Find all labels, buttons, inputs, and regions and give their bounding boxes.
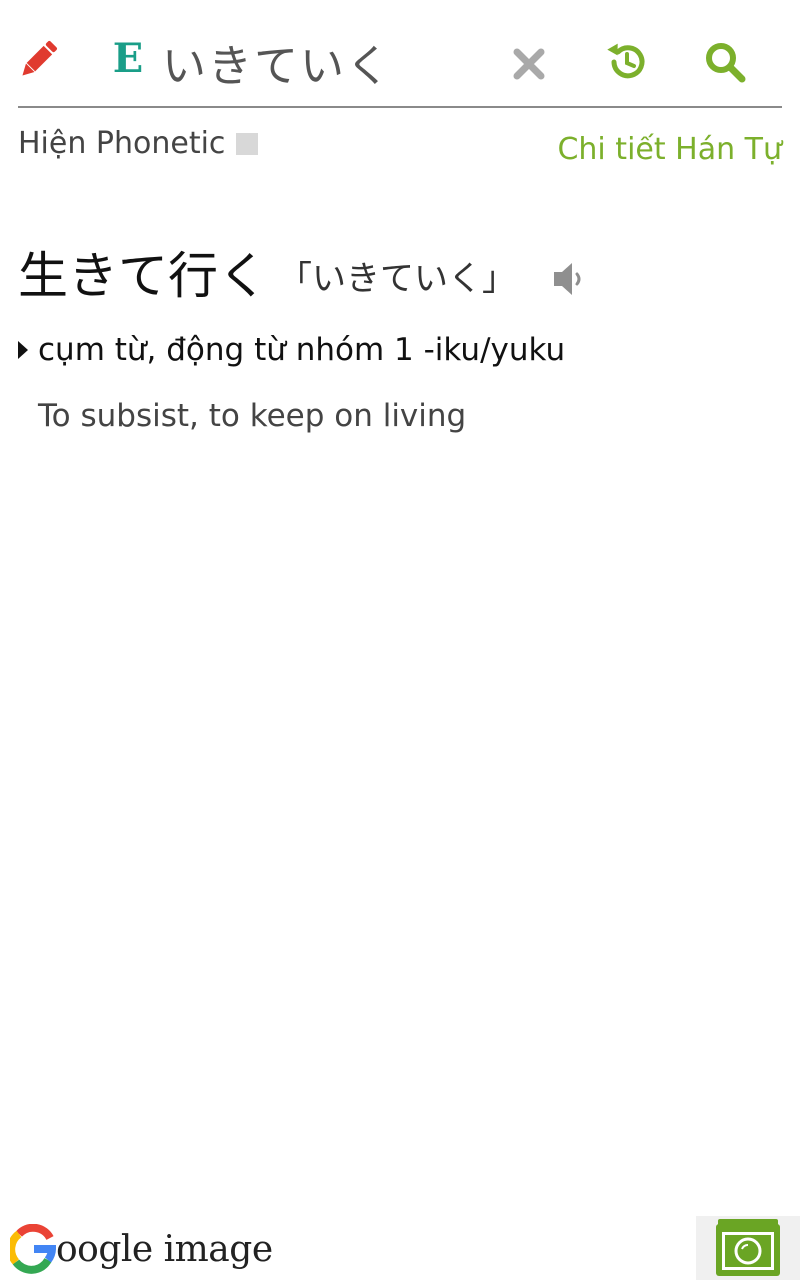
kanji-detail-link[interactable]: Chi tiết Hán Tự	[557, 132, 782, 167]
mode-toggle-button[interactable]: E	[106, 34, 150, 82]
camera-button[interactable]	[696, 1216, 800, 1280]
google-image-label: oogle image	[56, 1228, 273, 1270]
pencil-icon[interactable]	[16, 38, 60, 82]
google-logo-icon	[10, 1224, 56, 1274]
entry-word: 生きて行く	[18, 247, 268, 305]
clear-icon[interactable]	[508, 44, 550, 84]
camera-icon	[716, 1219, 780, 1276]
triangle-bullet-icon	[18, 341, 28, 359]
speaker-icon[interactable]	[552, 259, 590, 299]
part-of-speech-row: cụm từ, động từ nhóm 1 -iku/yuku	[18, 332, 565, 368]
entry-header: 生きて行く 「いきていく」	[18, 246, 590, 306]
phonetic-checkbox[interactable]	[236, 133, 258, 155]
search-input[interactable]: いきていく	[162, 30, 392, 94]
history-icon[interactable]	[602, 38, 652, 86]
entry-meaning: To subsist, to keep on living	[38, 398, 467, 434]
part-of-speech: cụm từ, động từ nhóm 1 -iku/yuku	[38, 332, 566, 368]
phonetic-label: Hiện Phonetic	[18, 126, 226, 161]
google-image-button[interactable]: oogle image	[10, 1224, 273, 1274]
entry-reading: 「いきていく」	[278, 259, 516, 299]
search-icon[interactable]	[700, 38, 750, 86]
